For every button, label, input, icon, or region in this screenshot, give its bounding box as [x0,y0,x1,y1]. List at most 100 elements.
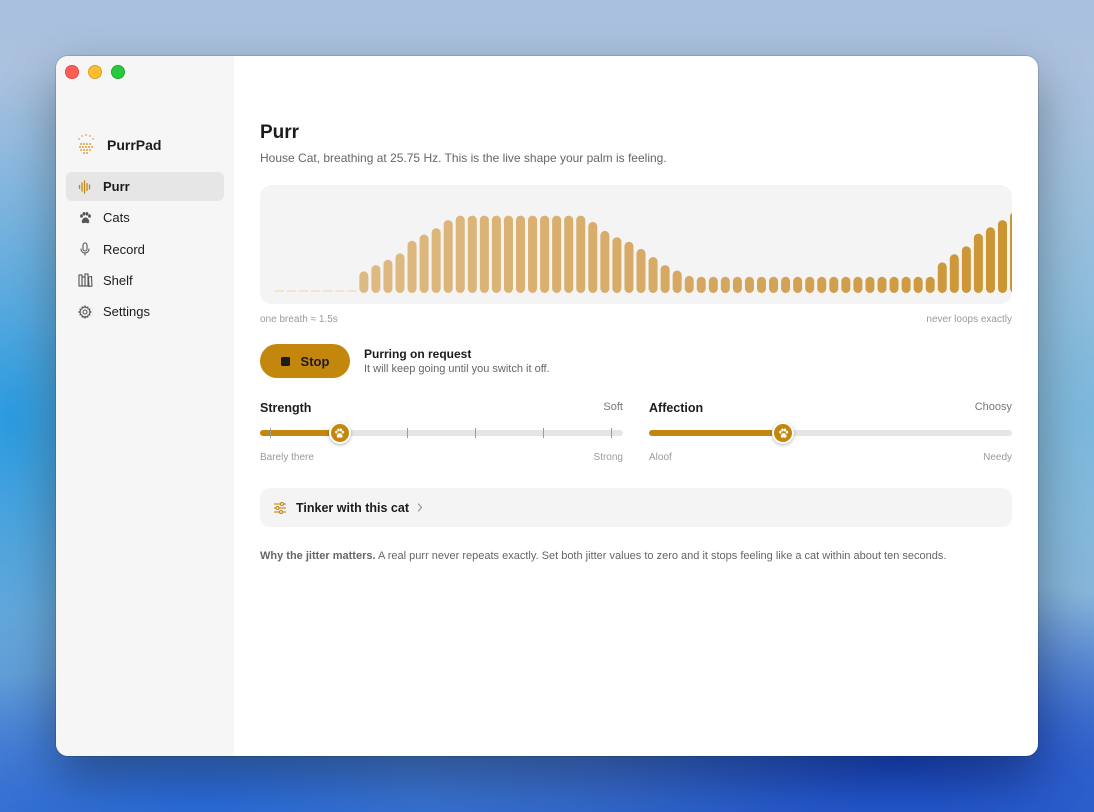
waveform-bar [829,276,839,293]
waveform-bar [359,271,369,293]
status-title: Purring on request [364,347,472,361]
strength-tick [475,428,476,438]
waveform-bar [865,276,875,293]
waveform-bar [720,276,730,293]
waveform-bar [275,290,284,292]
waveform-bar [347,290,357,292]
waveform-bar [564,215,574,293]
sliders-icon [273,501,287,515]
waveform-bar [395,253,405,293]
waveform-bar [516,215,525,293]
waveform-bars [275,212,1012,293]
waveform-bar [467,215,477,293]
sidebar-item-purr[interactable]: Purr [66,172,224,201]
strength-tick [543,428,544,438]
waveform-bar [973,233,983,293]
waveform-bar [588,221,598,293]
jitter-note-text: A real purr never repeats exactly. Set b… [375,550,947,562]
paw-icon [335,428,345,438]
waveform-bar [624,241,634,293]
gear-icon [77,304,93,320]
waveform-bar [612,237,622,293]
strength-slider-thumb[interactable] [328,422,351,444]
waveform-bar [407,240,417,293]
waveform-bar [419,234,429,293]
jitter-note: Why the jitter matters. A real purr neve… [260,550,1012,562]
affection-slider[interactable] [649,422,1012,444]
waveform-bar [660,265,670,293]
sidebar-item-label: Shelf [103,272,133,288]
waveform-bar [781,276,791,293]
waveform-bar [744,276,754,293]
affection-slider-fill [649,430,784,436]
waveform-bar [949,254,959,293]
strength-max-label: Strong [593,452,623,463]
waveform-bar [311,290,321,292]
waveform-bar [841,276,851,293]
brand: PurrPad [76,134,161,156]
affection-value: Choosy [974,401,1012,413]
waveform-bar [503,215,513,293]
waveform-bar [877,276,887,293]
app-window: PurrPad Purr Cats Record Shelf Settings … [56,56,1038,756]
strength-tick [270,428,271,438]
minimize-window-button[interactable] [88,65,102,79]
affection-max-label: Needy [983,452,1012,463]
waveform-bar [889,276,899,293]
waveform-bar [323,290,333,292]
waveform-bar [491,215,501,293]
waveform-bar [600,230,610,293]
waveform-caption-left: one breath ≈ 1.5s [260,314,338,325]
waveform-caption-right: never loops exactly [926,314,1012,325]
waveform-bar [998,220,1007,293]
waveform-bar [443,220,453,293]
main-content: Purr House Cat, breathing at 25.75 Hz. T… [260,56,1012,756]
sidebar-item-label: Settings [103,304,150,320]
sidebar-nav: Purr Cats Record Shelf Settings [66,172,224,328]
waveform-bar [1010,212,1012,293]
strength-tick [407,428,408,438]
page-title: Purr [260,122,300,143]
sidebar-item-record[interactable]: Record [66,235,224,264]
paw-icon [77,210,93,226]
waveform-bar [540,215,550,293]
strength-slider-fill [260,430,340,436]
tinker-disclosure[interactable]: Tinker with this cat [260,488,1012,527]
strength-value: Soft [603,401,623,413]
waveform-bar [552,215,562,293]
waveform-bar [925,276,935,293]
affection-label: Affection [649,401,704,415]
waveform-bar [287,290,297,292]
sidebar-item-label: Purr [103,179,130,194]
books-icon [77,272,93,288]
close-window-button[interactable] [65,65,79,79]
affection-slider-thumb[interactable] [772,422,795,444]
window-controls [65,65,125,79]
chevron-right-icon [417,503,423,512]
waveform-bar [853,276,863,293]
waveform-bar [371,265,381,293]
jitter-note-heading: Why the jitter matters. [260,550,376,562]
affection-min-label: Aloof [649,452,672,463]
waveform-bar [793,276,803,293]
sidebar-item-settings[interactable]: Settings [66,297,224,326]
waveform-bar [636,248,646,293]
stop-icon [280,356,290,366]
zoom-window-button[interactable] [111,65,125,79]
sidebar: PurrPad Purr Cats Record Shelf Settings [56,56,234,756]
sidebar-item-label: Record [103,241,145,257]
sidebar-item-cats[interactable]: Cats [66,203,224,232]
waveform-bar [985,227,995,293]
purr-waveform [260,185,1012,304]
waveform-bar [455,215,465,293]
app-name: PurrPad [107,137,162,153]
strength-slider[interactable] [260,422,623,444]
waveform-bar [708,276,718,293]
sidebar-item-shelf[interactable]: Shelf [66,266,224,295]
waveform-bar [479,215,489,293]
stop-button[interactable]: Stop [260,344,350,378]
waveform-bar [732,276,742,293]
waveform-bar [576,215,586,293]
page-subtitle: House Cat, breathing at 25.75 Hz. This i… [260,151,667,165]
waveform-bar [684,275,694,293]
